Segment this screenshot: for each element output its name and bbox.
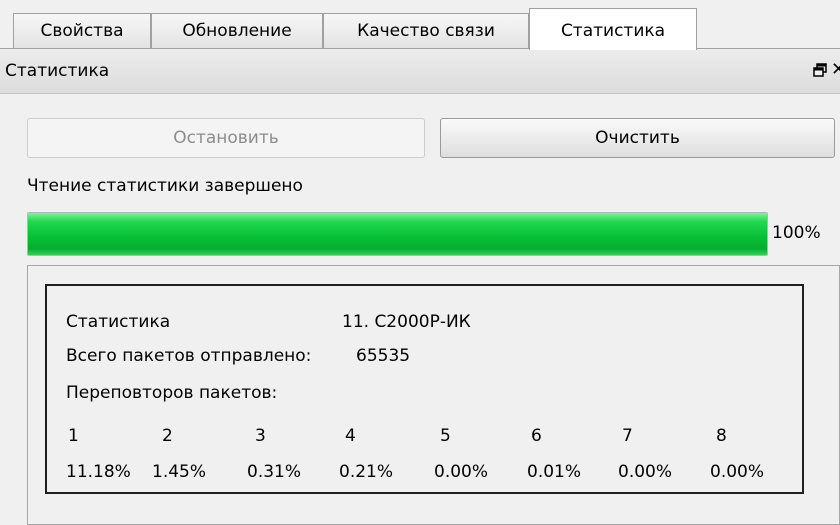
stats-title-label: Статистика <box>66 312 171 332</box>
tab-statistics[interactable]: Статистика <box>529 8 697 50</box>
retry-column-header: 5 <box>440 426 451 446</box>
tab-bar: Свойства Обновление Качество связи Стати… <box>0 0 840 50</box>
retry-value: 0.00% <box>710 462 765 482</box>
packets-sent-label: Всего пакетов отправлено: <box>66 346 312 366</box>
packets-sent-value: 65535 <box>356 346 411 366</box>
tab-properties[interactable]: Свойства <box>13 13 151 48</box>
retry-value: 0.01% <box>527 462 582 482</box>
stop-button[interactable]: Остановить <box>27 118 425 158</box>
progress-bar <box>27 212 768 256</box>
progress-fill <box>28 213 767 255</box>
clear-button[interactable]: Очистить <box>440 118 835 158</box>
tab-update[interactable]: Обновление <box>151 13 323 48</box>
retry-column-header: 7 <box>622 426 633 446</box>
dock-title-bar: Статистика ✕ <box>0 50 840 94</box>
retry-column-header: 6 <box>531 426 542 446</box>
float-icon[interactable] <box>813 63 827 77</box>
retry-value: 1.45% <box>152 462 207 482</box>
retry-column-header: 8 <box>716 426 727 446</box>
retry-column-header: 4 <box>345 426 356 446</box>
tab-bar-divider <box>0 48 840 49</box>
tab-link-quality[interactable]: Качество связи <box>323 13 529 48</box>
retry-value: 0.00% <box>618 462 673 482</box>
retries-label: Переповторов пакетов: <box>66 383 278 403</box>
retry-value: 0.00% <box>434 462 489 482</box>
retry-column-header: 3 <box>255 426 266 446</box>
dock-title: Статистика <box>5 61 110 81</box>
progress-percent: 100% <box>772 223 821 243</box>
retry-value: 0.31% <box>247 462 302 482</box>
stats-device-name: 11. С2000Р-ИК <box>342 312 471 332</box>
retry-value: 0.21% <box>339 462 394 482</box>
retry-value: 11.18% <box>66 462 131 482</box>
retry-column-header: 2 <box>162 426 173 446</box>
retry-column-header: 1 <box>68 426 79 446</box>
close-icon[interactable]: ✕ <box>831 59 840 80</box>
status-text: Чтение статистики завершено <box>27 176 303 196</box>
